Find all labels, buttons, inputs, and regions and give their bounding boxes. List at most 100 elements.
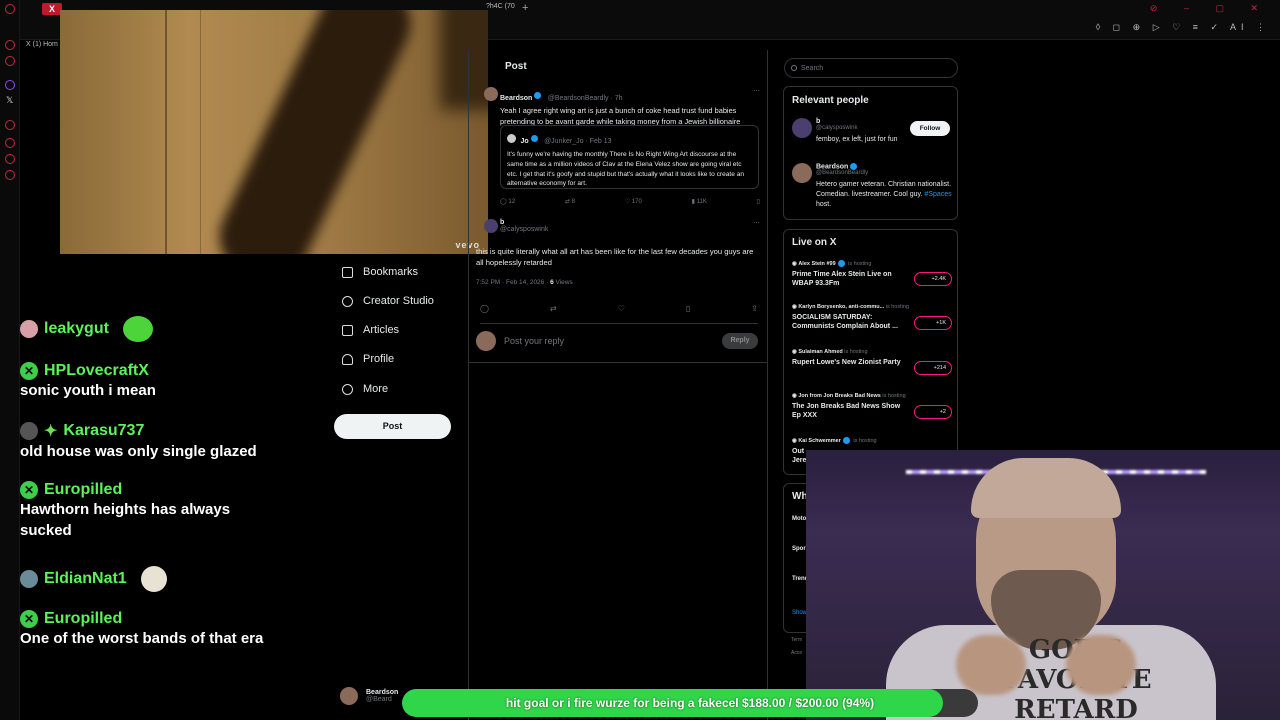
footer-link[interactable]: Acce — [791, 650, 802, 656]
creator-studio-icon — [342, 295, 353, 307]
card-title: Relevant people — [792, 95, 869, 106]
user-avatar — [20, 422, 38, 440]
card-title: Live on X — [792, 237, 837, 248]
reply-button[interactable]: Reply — [722, 333, 758, 349]
avatar[interactable] — [484, 87, 498, 101]
nav-articles[interactable]: Articles — [342, 324, 399, 336]
twitch-icon[interactable] — [5, 80, 15, 90]
live-item[interactable]: ◉ Jon from Jon Breaks Bad News is hostin… — [792, 393, 952, 420]
quote-author-handle: @Junker_Jo · Feb 13 — [544, 138, 612, 145]
chat-message: ✕ Europilled Hawthorn heights has always… — [20, 481, 250, 541]
quote-tweet[interactable]: Jo @Junker_Jo · Feb 13 It's funny we're … — [500, 125, 759, 189]
sidebar-app-icon[interactable] — [5, 170, 15, 180]
footer-link[interactable]: Term — [791, 637, 802, 643]
x-logo-icon[interactable]: 𝕏 — [6, 95, 13, 106]
account-name: Beardson — [366, 689, 399, 696]
tweet-more-icon[interactable]: ⋯ — [753, 87, 760, 105]
search-input[interactable]: Search — [784, 58, 958, 78]
diamond-badge-icon: ✦ — [44, 423, 58, 440]
nav-profile[interactable]: Profile — [342, 353, 394, 365]
live-item[interactable]: ◉ Alex Stein #99 is hosting Prime Time A… — [792, 260, 952, 288]
sidebar-app-icon[interactable] — [5, 120, 15, 130]
bookmark-action[interactable]: ▯ — [757, 198, 760, 205]
user-avatar — [20, 320, 38, 338]
page-title: Post — [505, 61, 527, 72]
pinned-tab-x-home[interactable]: X (1) Hom — [26, 41, 58, 48]
share-icon[interactable]: ⇪ — [751, 304, 758, 313]
tweet-main-actions: ◯ ⇄ ♡ ▯ ⇪ — [480, 304, 758, 324]
tweet-more-icon[interactable]: ⋯ — [753, 219, 760, 233]
verified-icon — [530, 135, 538, 143]
video-frame-detail — [165, 10, 167, 254]
chat-message: leakygut — [20, 316, 153, 342]
show-more-link[interactable]: Show — [792, 610, 807, 616]
chat-username: Europilled — [44, 610, 123, 627]
chat-message: ✕ Europilled One of the worst bands of t… — [20, 610, 263, 649]
account-switcher[interactable]: Beardson @Beard — [340, 687, 398, 705]
more-icon — [342, 383, 353, 395]
chat-username: leakygut — [44, 320, 109, 337]
live-item[interactable]: ◉ Sulaiman Ahmed is hosting Rupert Lowe'… — [792, 349, 952, 375]
sidebar-app-icon[interactable] — [5, 40, 15, 50]
divider — [468, 362, 768, 363]
bookmark-icon — [342, 266, 353, 278]
nav-more[interactable]: More — [342, 383, 388, 395]
chat-username-row: ✦ Karasu737 — [20, 421, 257, 441]
browser-logo-icon[interactable] — [5, 4, 15, 14]
like-icon[interactable]: ♡ — [618, 304, 625, 313]
reply-icon[interactable]: ◯ — [480, 304, 489, 313]
webcam-overlay: GOD'S FAVORITE RETARD — [806, 450, 1280, 720]
relevant-person[interactable]: b @calysposwink femboy, ex left, just fo… — [816, 118, 906, 145]
tweet-parent[interactable]: Beardson @BeardsonBeardly · 7h ⋯ Yeah I … — [500, 87, 760, 127]
avatar[interactable] — [792, 118, 812, 138]
repost-action[interactable]: ⇄ 8 — [565, 198, 575, 205]
avatar[interactable] — [484, 219, 498, 233]
sidebar-app-icon[interactable] — [5, 138, 15, 148]
nav-bookmarks[interactable]: Bookmarks — [342, 266, 418, 278]
video-frame-shadow — [206, 10, 424, 254]
user-avatar — [20, 570, 38, 588]
chat-username-row: leakygut — [20, 316, 153, 342]
window-controls[interactable]: ⊘ – ▢ ✕ — [1150, 3, 1270, 14]
nav-creator-studio[interactable]: Creator Studio — [342, 295, 434, 307]
chat-username-row: ✕ Europilled — [20, 610, 263, 628]
post-button[interactable]: Post — [334, 414, 451, 439]
tab-other[interactable]: ?h4C (70 — [486, 3, 515, 10]
quote-header: Jo @Junker_Jo · Feb 13 — [507, 130, 752, 148]
chat-username: Karasu737 — [63, 422, 145, 439]
new-tab-button[interactable]: + — [522, 2, 528, 14]
reply-input[interactable]: Post your reply — [504, 336, 564, 346]
listener-count: +1K — [914, 316, 952, 330]
tweet-header: Beardson @BeardsonBeardly · 7h ⋯ — [500, 87, 760, 105]
listener-count: +214 — [914, 361, 952, 375]
like-action[interactable]: ♡ 170 — [625, 198, 642, 205]
tweet-main-text: this is quite literally what all art has… — [476, 247, 754, 267]
sidebar-app-icon[interactable] — [5, 154, 15, 164]
live-item[interactable]: ◉ Karlyn Borysenko, anti-commu... is hos… — [792, 304, 952, 331]
listener-count: +2 — [914, 405, 952, 419]
hashtag-link[interactable]: #Spaces — [924, 191, 951, 198]
follow-button[interactable]: Follow — [910, 121, 950, 136]
relevant-person[interactable]: Beardson @BeardsonBeardly Hetero gamer v… — [816, 163, 952, 210]
chat-username: Europilled — [44, 481, 123, 498]
verified-icon — [534, 92, 542, 100]
chat-username-row: ✕ Europilled — [20, 481, 250, 499]
avatar — [507, 134, 516, 144]
tweet-meta: 7:52 PM · Feb 14, 2026 · 6 Views — [476, 279, 573, 286]
nav-label: Creator Studio — [363, 295, 434, 307]
bookmark-icon[interactable]: ▯ — [686, 304, 690, 313]
chat-message: ✕ HPLovecraftX sonic youth i mean — [20, 362, 156, 401]
avatar[interactable] — [792, 163, 812, 183]
tweet-author-handle: @BeardsonBeardly · 7h — [547, 95, 623, 102]
tweet-author-name: b — [500, 219, 505, 226]
search-icon — [791, 65, 797, 71]
toolbar-extension-icons[interactable]: ◊ ◻ ⊕ ▷ ♡ ≡ ✓ AI ⋮ — [1096, 22, 1270, 33]
avatar — [476, 331, 496, 351]
reply-action[interactable]: ◯ 12 — [500, 198, 515, 205]
sidebar-app-icon[interactable] — [5, 56, 15, 66]
views-action[interactable]: ▮ 11K — [692, 198, 707, 205]
nav-label: More — [363, 383, 389, 395]
tab-x[interactable]: X — [42, 3, 62, 15]
repost-icon[interactable]: ⇄ — [550, 304, 557, 313]
streamer-hand — [956, 635, 1026, 695]
